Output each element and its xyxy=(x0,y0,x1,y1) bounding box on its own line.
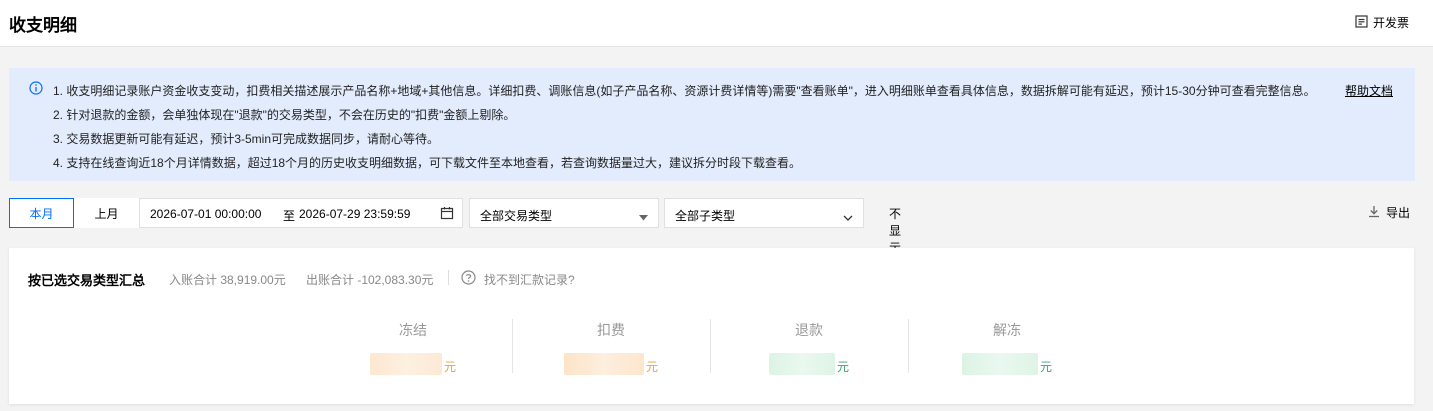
chevron-down-icon xyxy=(843,210,853,224)
invoice-button[interactable]: 开发票 xyxy=(1355,14,1409,31)
sub-type-select[interactable]: 全部子类型 xyxy=(664,198,864,228)
stat-unit: 元 xyxy=(645,360,658,374)
stat-label: 退款 xyxy=(795,322,823,338)
caret-down-icon xyxy=(639,210,648,224)
outcome-total: 出账合计 -102,083.30元 xyxy=(306,273,434,287)
stat-refund: 退款 元 xyxy=(710,320,908,375)
notice-box: 1. 收支明细记录账户资金收支变动，扣费相关描述展示产品名称+地域+其他信息。详… xyxy=(9,68,1415,181)
notice-line-2: 2. 针对退款的金额，会单独体现在"退款"的交易类型，不会在历史的"扣费"金额上… xyxy=(53,108,516,122)
invoice-icon xyxy=(1355,14,1368,31)
page-title: 收支明细 xyxy=(9,16,77,35)
notice-line-3: 3. 交易数据更新可能有延迟，预计3-5min可完成数据同步，请耐心等待。 xyxy=(53,132,440,146)
date-separator: 至 xyxy=(283,209,296,223)
export-button[interactable]: 导出 xyxy=(1368,204,1410,221)
date-range-picker[interactable]: 2026-07-01 00:00:00 至 2026-07-29 23:59:5… xyxy=(139,198,463,228)
summary-divider xyxy=(448,270,449,285)
masked-amount xyxy=(961,353,1038,375)
page-header: 收支明细 开发票 xyxy=(0,0,1433,47)
masked-amount xyxy=(768,353,835,375)
stat-label: 扣费 xyxy=(597,322,625,338)
stat-unit: 元 xyxy=(1039,360,1052,374)
income-total: 入账合计 38,919.00元 xyxy=(169,273,286,287)
notice-line-4: 4. 支持在线查询近18个月详情数据，超过18个月的历史收支明细数据，可下载文件… xyxy=(53,156,802,170)
masked-amount xyxy=(369,353,442,375)
stat-frozen: 冻结 元 xyxy=(314,320,512,375)
missing-remittance-link[interactable]: 找不到汇款记录? xyxy=(461,270,575,288)
invoice-label: 开发票 xyxy=(1372,16,1409,30)
info-icon xyxy=(29,81,43,98)
stat-deduction: 扣费 元 xyxy=(512,320,710,375)
export-label: 导出 xyxy=(1385,206,1410,220)
stat-unit: 元 xyxy=(836,360,849,374)
missing-remittance-label: 找不到汇款记录? xyxy=(484,272,575,287)
help-doc-link[interactable]: 帮助文档 xyxy=(1345,82,1393,99)
summary-card: 按已选交易类型汇总 入账合计 38,919.00元 出账合计 -102,083.… xyxy=(9,248,1414,404)
this-month-button[interactable]: 本月 xyxy=(9,198,74,228)
stat-unit: 元 xyxy=(443,360,456,374)
sub-type-value: 全部子类型 xyxy=(675,209,736,223)
stat-label: 冻结 xyxy=(399,322,427,338)
date-end: 2026-07-29 23:59:59 xyxy=(299,207,411,221)
masked-amount xyxy=(563,353,644,375)
summary-title: 按已选交易类型汇总 xyxy=(28,273,146,288)
trade-type-select[interactable]: 全部交易类型 xyxy=(469,198,659,228)
question-circle-icon xyxy=(461,270,476,288)
trade-type-value: 全部交易类型 xyxy=(480,209,553,223)
stat-unfreeze: 解冻 元 xyxy=(908,320,1106,375)
download-icon xyxy=(1368,205,1380,221)
date-start: 2026-07-01 00:00:00 xyxy=(150,207,262,221)
notice-line-1: 1. 收支明细记录账户资金收支变动，扣费相关描述展示产品名称+地域+其他信息。详… xyxy=(53,84,1316,98)
calendar-icon xyxy=(440,206,454,223)
stat-label: 解冻 xyxy=(993,322,1021,338)
last-month-button[interactable]: 上月 xyxy=(74,198,139,228)
